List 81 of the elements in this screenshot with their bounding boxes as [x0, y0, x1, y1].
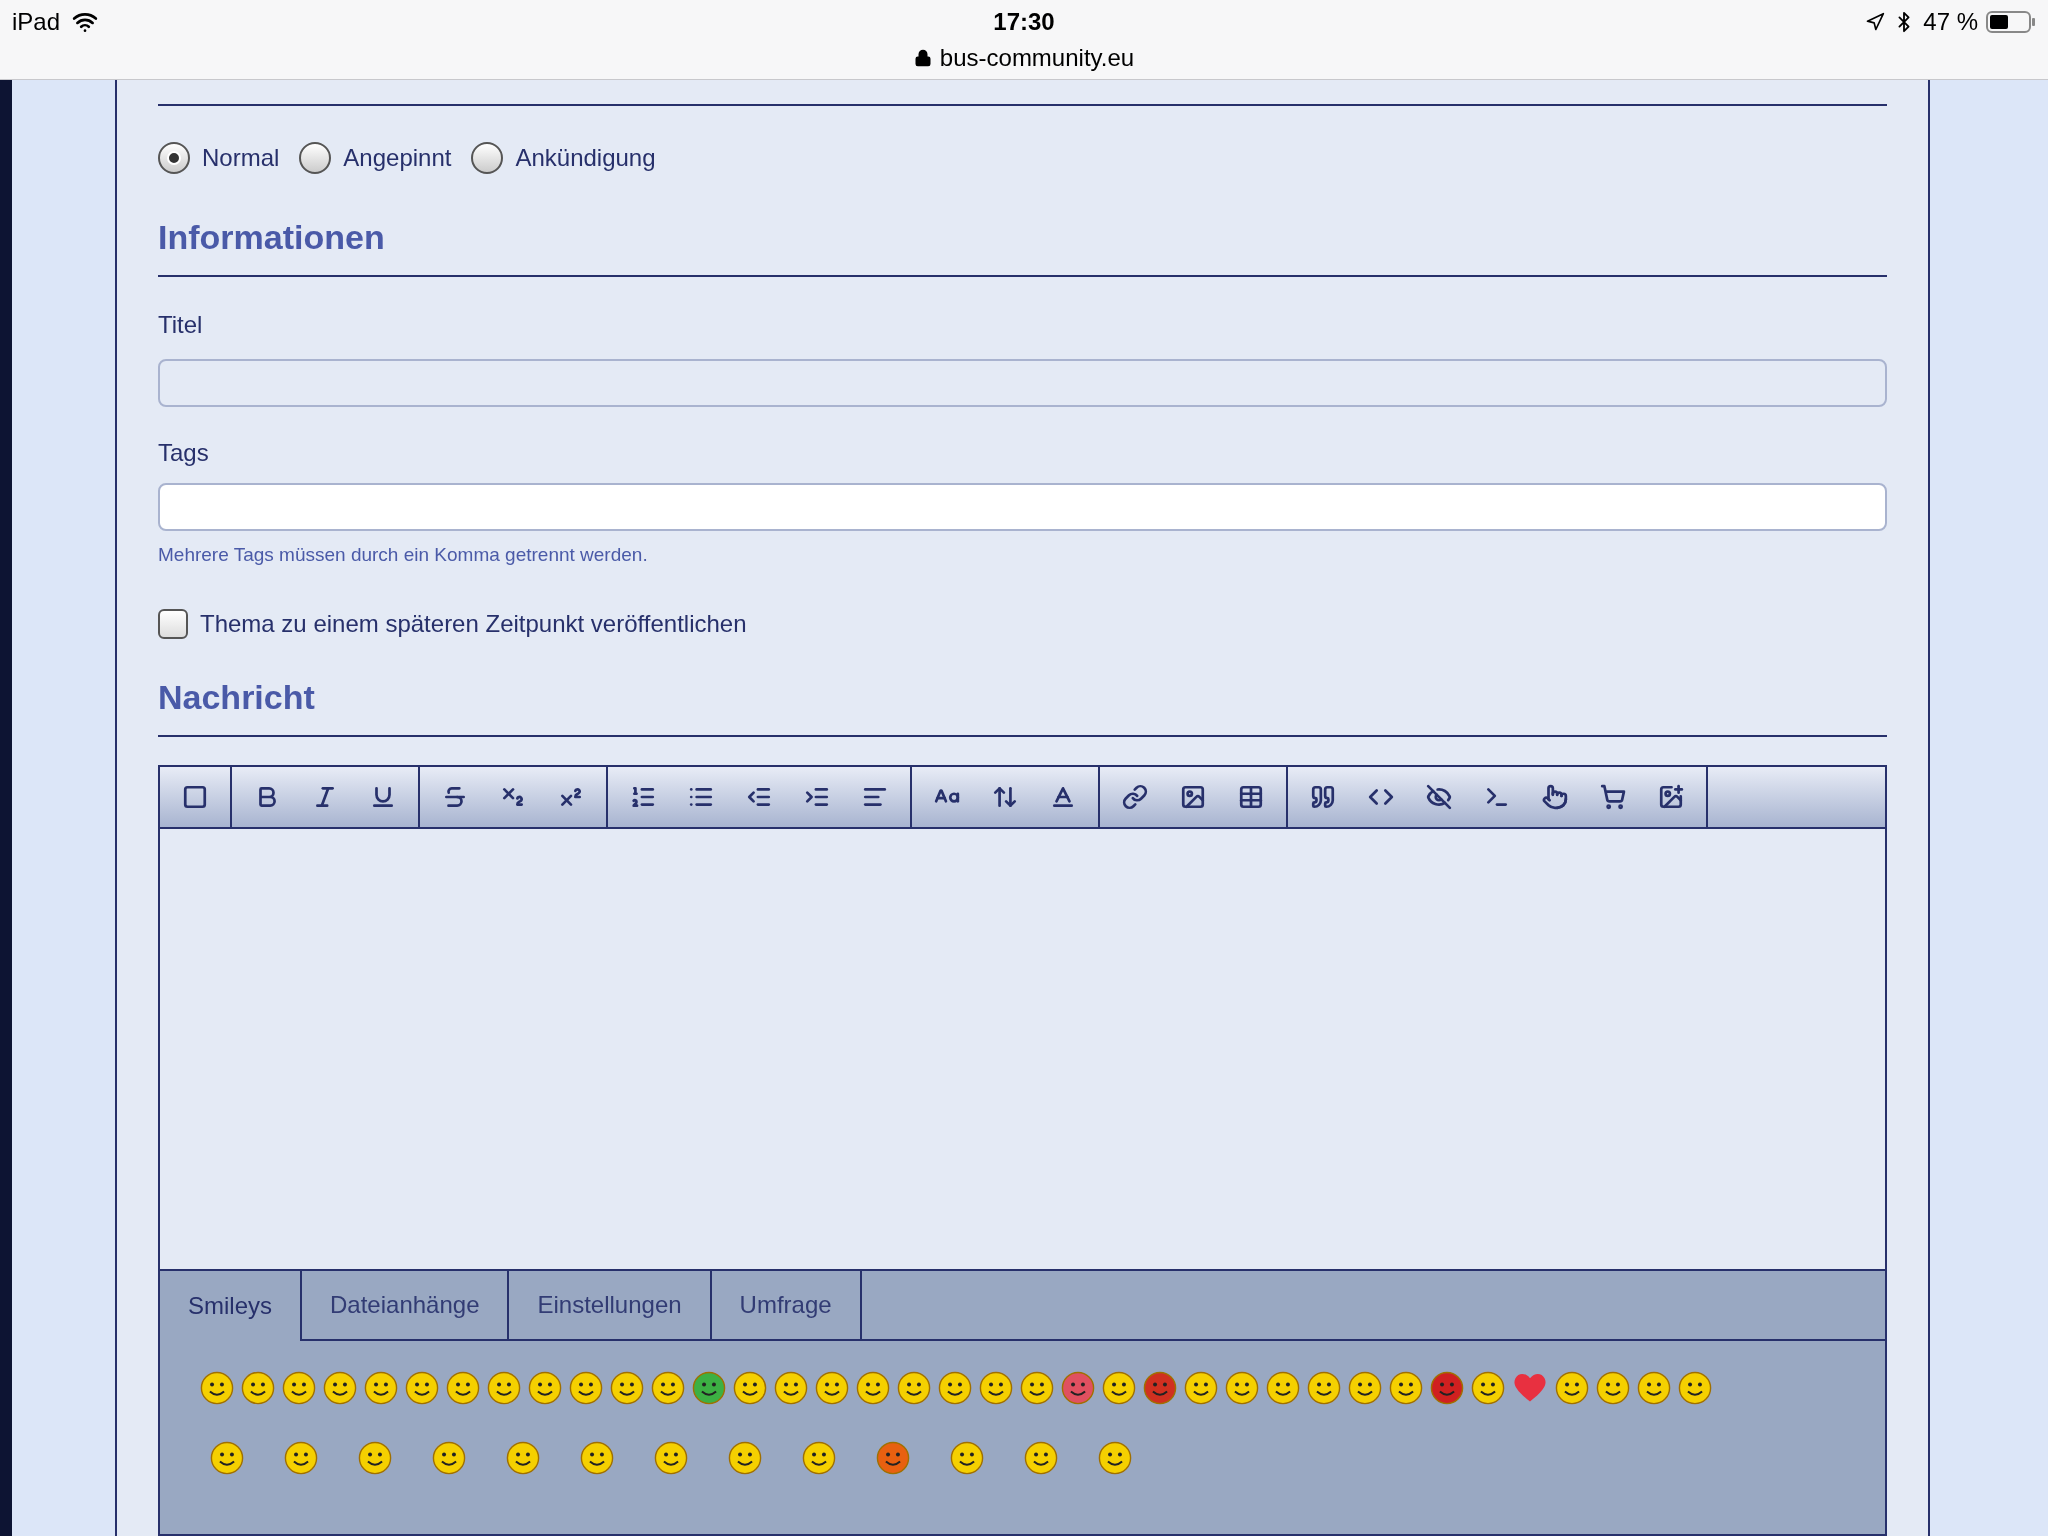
quote-icon: [1310, 783, 1336, 810]
hint-text: Mehrere Tags müssen durch ein Komma getrennt werden.: [158, 543, 649, 567]
tab[interactable]: Smileys: [160, 1270, 302, 1341]
battery-icon: [1986, 10, 2036, 34]
smiley-icon[interactable]: [1024, 1440, 1058, 1475]
smiley-icon[interactable]: [284, 1440, 318, 1475]
checkbox-label: Thema zu einem späteren Zeitpunkt veröffentlichen: [200, 608, 747, 639]
url-text[interactable]: bus-community.eu: [939, 40, 1135, 76]
title-input[interactable]: [158, 359, 1887, 407]
smiley-icon[interactable]: [856, 1370, 890, 1405]
smiley-icon[interactable]: [1143, 1370, 1177, 1405]
smiley-icon[interactable]: [692, 1370, 726, 1405]
smiley-icon[interactable]: [1430, 1370, 1464, 1405]
radio-label: Angepinnt: [343, 143, 452, 173]
smiley-icon[interactable]: [1266, 1370, 1300, 1405]
lock-icon: [913, 49, 932, 67]
smiley-icon[interactable]: [1102, 1370, 1136, 1405]
picture-icon: [1658, 783, 1684, 810]
smiley-icon[interactable]: [241, 1370, 275, 1405]
smiley-icon[interactable]: [1678, 1370, 1712, 1405]
smiley-icon[interactable]: [1307, 1370, 1341, 1405]
link-icon: [1122, 783, 1148, 810]
field-label: Titel: [158, 310, 204, 340]
radio-button[interactable]: [299, 142, 332, 174]
smiley-icon[interactable]: [950, 1440, 984, 1475]
radio-label: Ankündigung: [515, 143, 656, 173]
smiley-icon[interactable]: [364, 1370, 398, 1405]
smiley-icon[interactable]: [733, 1370, 767, 1405]
smiley-icon[interactable]: [1471, 1370, 1505, 1405]
smiley-icon[interactable]: [1184, 1370, 1218, 1405]
smiley-icon[interactable]: [323, 1370, 357, 1405]
smiley-icon[interactable]: [487, 1370, 521, 1405]
smiley-icon[interactable]: [774, 1370, 808, 1405]
smiley-icon[interactable]: [1348, 1370, 1382, 1405]
square-icon: [182, 783, 208, 810]
radio-button[interactable]: [158, 142, 190, 174]
smiley-icon[interactable]: [432, 1440, 466, 1475]
checkbox[interactable]: [158, 608, 188, 639]
smiley-icon[interactable]: [200, 1370, 234, 1405]
smiley-icon[interactable]: [1061, 1370, 1095, 1405]
smiley-icon[interactable]: [405, 1370, 439, 1405]
smiley-icon[interactable]: [610, 1370, 644, 1405]
section-heading: Informationen: [158, 217, 386, 258]
smiley-icon[interactable]: [528, 1370, 562, 1405]
smiley-icon[interactable]: [802, 1440, 836, 1475]
radio-label: Normal: [202, 143, 280, 173]
smiley-icon[interactable]: [506, 1440, 540, 1475]
smiley-icon[interactable]: [979, 1370, 1013, 1405]
smiley-icon[interactable]: [1596, 1370, 1630, 1405]
smiley-icon[interactable]: [654, 1440, 688, 1475]
image-icon: [1180, 783, 1206, 810]
smiley-icon[interactable]: [358, 1440, 392, 1475]
section-heading: Nachricht: [158, 676, 316, 718]
smiley-icon[interactable]: [1637, 1370, 1671, 1405]
location-icon: [1865, 12, 1886, 32]
smiley-icon[interactable]: [210, 1440, 244, 1475]
smiley-icon[interactable]: [569, 1370, 603, 1405]
tags-input[interactable]: [158, 483, 1887, 531]
smiley-icon[interactable]: [446, 1370, 480, 1405]
smiley-icon[interactable]: [651, 1370, 685, 1405]
smiley-icon[interactable]: [282, 1370, 316, 1405]
smiley-icon[interactable]: [876, 1440, 910, 1475]
smiley-icon[interactable]: [938, 1370, 972, 1405]
smiley-icon[interactable]: [1020, 1370, 1054, 1405]
smiley-icon[interactable]: [1555, 1370, 1589, 1405]
clock: 17:30: [993, 7, 1055, 37]
device-name: iPad: [12, 7, 61, 37]
field-label: Tags: [158, 438, 210, 468]
smiley-icon[interactable]: [1389, 1370, 1423, 1405]
pointer-icon: [1542, 783, 1568, 810]
smiley-icon[interactable]: [728, 1440, 762, 1475]
table-icon: [1238, 783, 1264, 810]
smiley-icon[interactable]: [580, 1440, 614, 1475]
hidden-eye-icon: [1426, 783, 1452, 810]
cart-icon: [1600, 783, 1626, 810]
smiley-icon[interactable]: [1098, 1440, 1132, 1475]
smiley-icon[interactable]: [815, 1370, 849, 1405]
smiley-icon[interactable]: [897, 1370, 931, 1405]
smiley-icon[interactable]: [1225, 1370, 1259, 1405]
radio-button[interactable]: [471, 142, 504, 174]
battery-percent: 47 %: [1923, 7, 1978, 37]
